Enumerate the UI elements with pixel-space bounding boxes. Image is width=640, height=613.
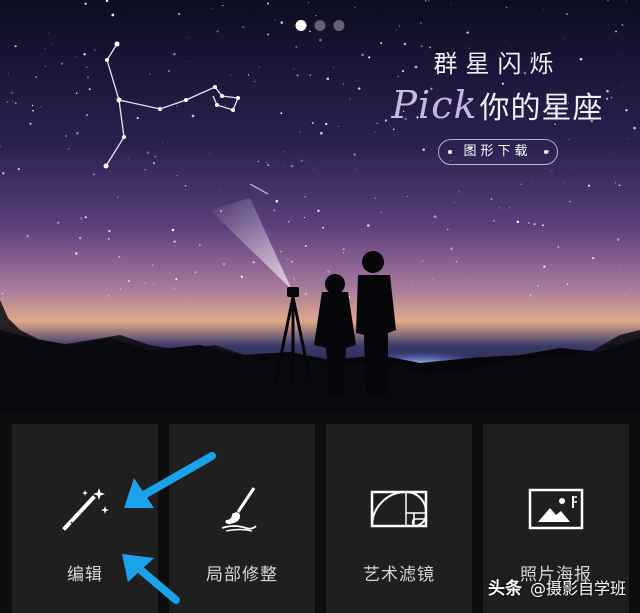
promo-subtitle-text: 你的星座 (479, 91, 604, 126)
promo-text: 群星闪烁 Pick 你的星座 图形下载 (380, 44, 615, 165)
carousel-dot[interactable] (333, 20, 345, 31)
carousel-dot[interactable] (295, 20, 307, 31)
carousel-dot[interactable] (314, 20, 326, 31)
annotation-arrow (124, 452, 216, 508)
brush-icon (221, 487, 257, 532)
watermark-handle: @摄影自学班 (529, 578, 626, 598)
watermark: 头条 @摄影自学班 (487, 574, 626, 600)
annotation-arrow (122, 554, 180, 604)
magic-wand-icon (62, 488, 109, 531)
promo-subtitle-script: Pick (391, 83, 478, 127)
poster-icon (528, 488, 584, 530)
filter-tool-tile[interactable]: 艺术滤镜 (326, 424, 472, 613)
tool-label: 局部修整 (206, 565, 278, 585)
promo-subtitle: Pick 你的星座 (380, 83, 615, 127)
hero-banner[interactable]: 群星闪烁 Pick 你的星座 图形下载 (0, 0, 640, 412)
download-graphics-button[interactable]: 图形下载 (437, 139, 558, 165)
promo-title: 群星闪烁 (433, 50, 562, 78)
watermark-brand: 头条 (487, 579, 522, 599)
carousel-indicator[interactable] (295, 20, 345, 31)
tool-label: 艺术滤镜 (363, 565, 435, 585)
golden-ratio-icon (370, 490, 428, 528)
